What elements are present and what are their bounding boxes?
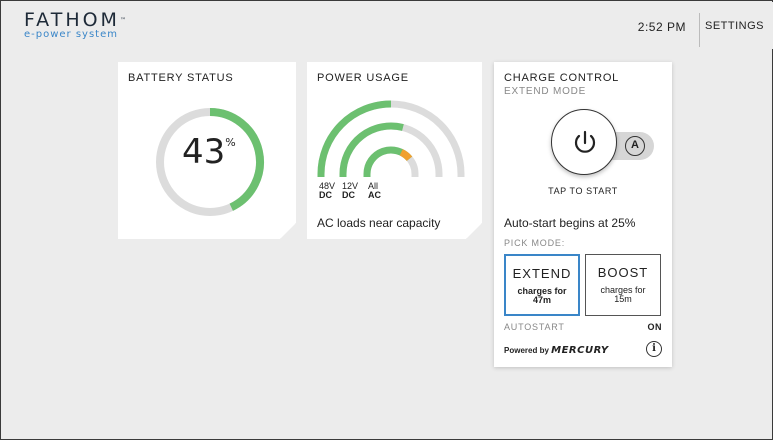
arc-label-bottom: DC [342, 190, 355, 200]
mode-duration: charges for 15m [586, 286, 660, 304]
mode-name: EXTEND [512, 266, 572, 281]
info-icon[interactable]: i [646, 341, 662, 357]
charge-mode-subtitle: EXTEND MODE [504, 86, 587, 97]
mode-duration-line2: 47m [532, 295, 551, 305]
fathom-logo: FATHOM™ e-power system [24, 9, 129, 41]
power-status-text: AC loads near capacity [317, 216, 441, 230]
powered-by-mercury: Powered by MERCURY [504, 345, 609, 356]
logo-trademark: ™ [119, 17, 129, 24]
clock: 2:52 PM [637, 20, 686, 34]
logo-tagline: e-power system [24, 29, 118, 40]
app-frame: FATHOM™ e-power system 2:52 PM SETTINGS … [0, 0, 773, 440]
mode-name: BOOST [597, 265, 649, 280]
pick-mode-label: PICK MODE: [504, 238, 566, 248]
top-bar: FATHOM™ e-power system 2:52 PM SETTINGS [2, 2, 773, 49]
arc-label-bottom: DC [319, 190, 332, 200]
power-usage-card[interactable]: POWER USAGE 48V DC 12V DC All AC AC loads n… [307, 62, 482, 239]
tap-to-start-label: TAP TO START [548, 186, 618, 196]
boost-mode-button[interactable]: BOOST charges for 15m [585, 254, 661, 316]
power-icon [574, 130, 596, 153]
arc-label-all-ac: All AC [368, 182, 381, 200]
logo-wordmark: FATHOM [24, 9, 120, 31]
battery-value: 43 [182, 132, 226, 172]
charge-control-card: CHARGE CONTROL EXTEND MODE A TAP TO STAR… [494, 62, 672, 367]
battery-unit: % [225, 136, 236, 149]
autostart-label: AUTOSTART [504, 322, 565, 332]
arc-label-bottom: AC [368, 190, 381, 200]
mode-duration-line2: 15m [614, 294, 632, 304]
mode-duration: charges for 47m [506, 287, 578, 305]
header-divider [699, 13, 700, 47]
arc-label-12v-dc: 12V DC [342, 182, 358, 200]
battery-status-card[interactable]: BATTERY STATUS 43% [118, 62, 296, 239]
powered-by-text: Powered by [504, 346, 549, 355]
start-generator-button[interactable] [551, 109, 617, 175]
autostart-status[interactable]: ON [648, 322, 663, 332]
power-arc-warning [401, 152, 409, 158]
extend-mode-button[interactable]: EXTEND charges for 47m [504, 254, 580, 316]
auto-mode-icon: A [625, 136, 645, 156]
settings-button[interactable]: SETTINGS [705, 20, 764, 32]
power-arcs [307, 62, 482, 239]
battery-percentage: 43% [182, 132, 236, 172]
charge-card-title: CHARGE CONTROL [504, 72, 620, 84]
autostart-threshold-note: Auto-start begins at 25% [504, 216, 636, 230]
mercury-logo: MERCURY [551, 345, 609, 356]
arc-label-48v-dc: 48V DC [319, 182, 335, 200]
